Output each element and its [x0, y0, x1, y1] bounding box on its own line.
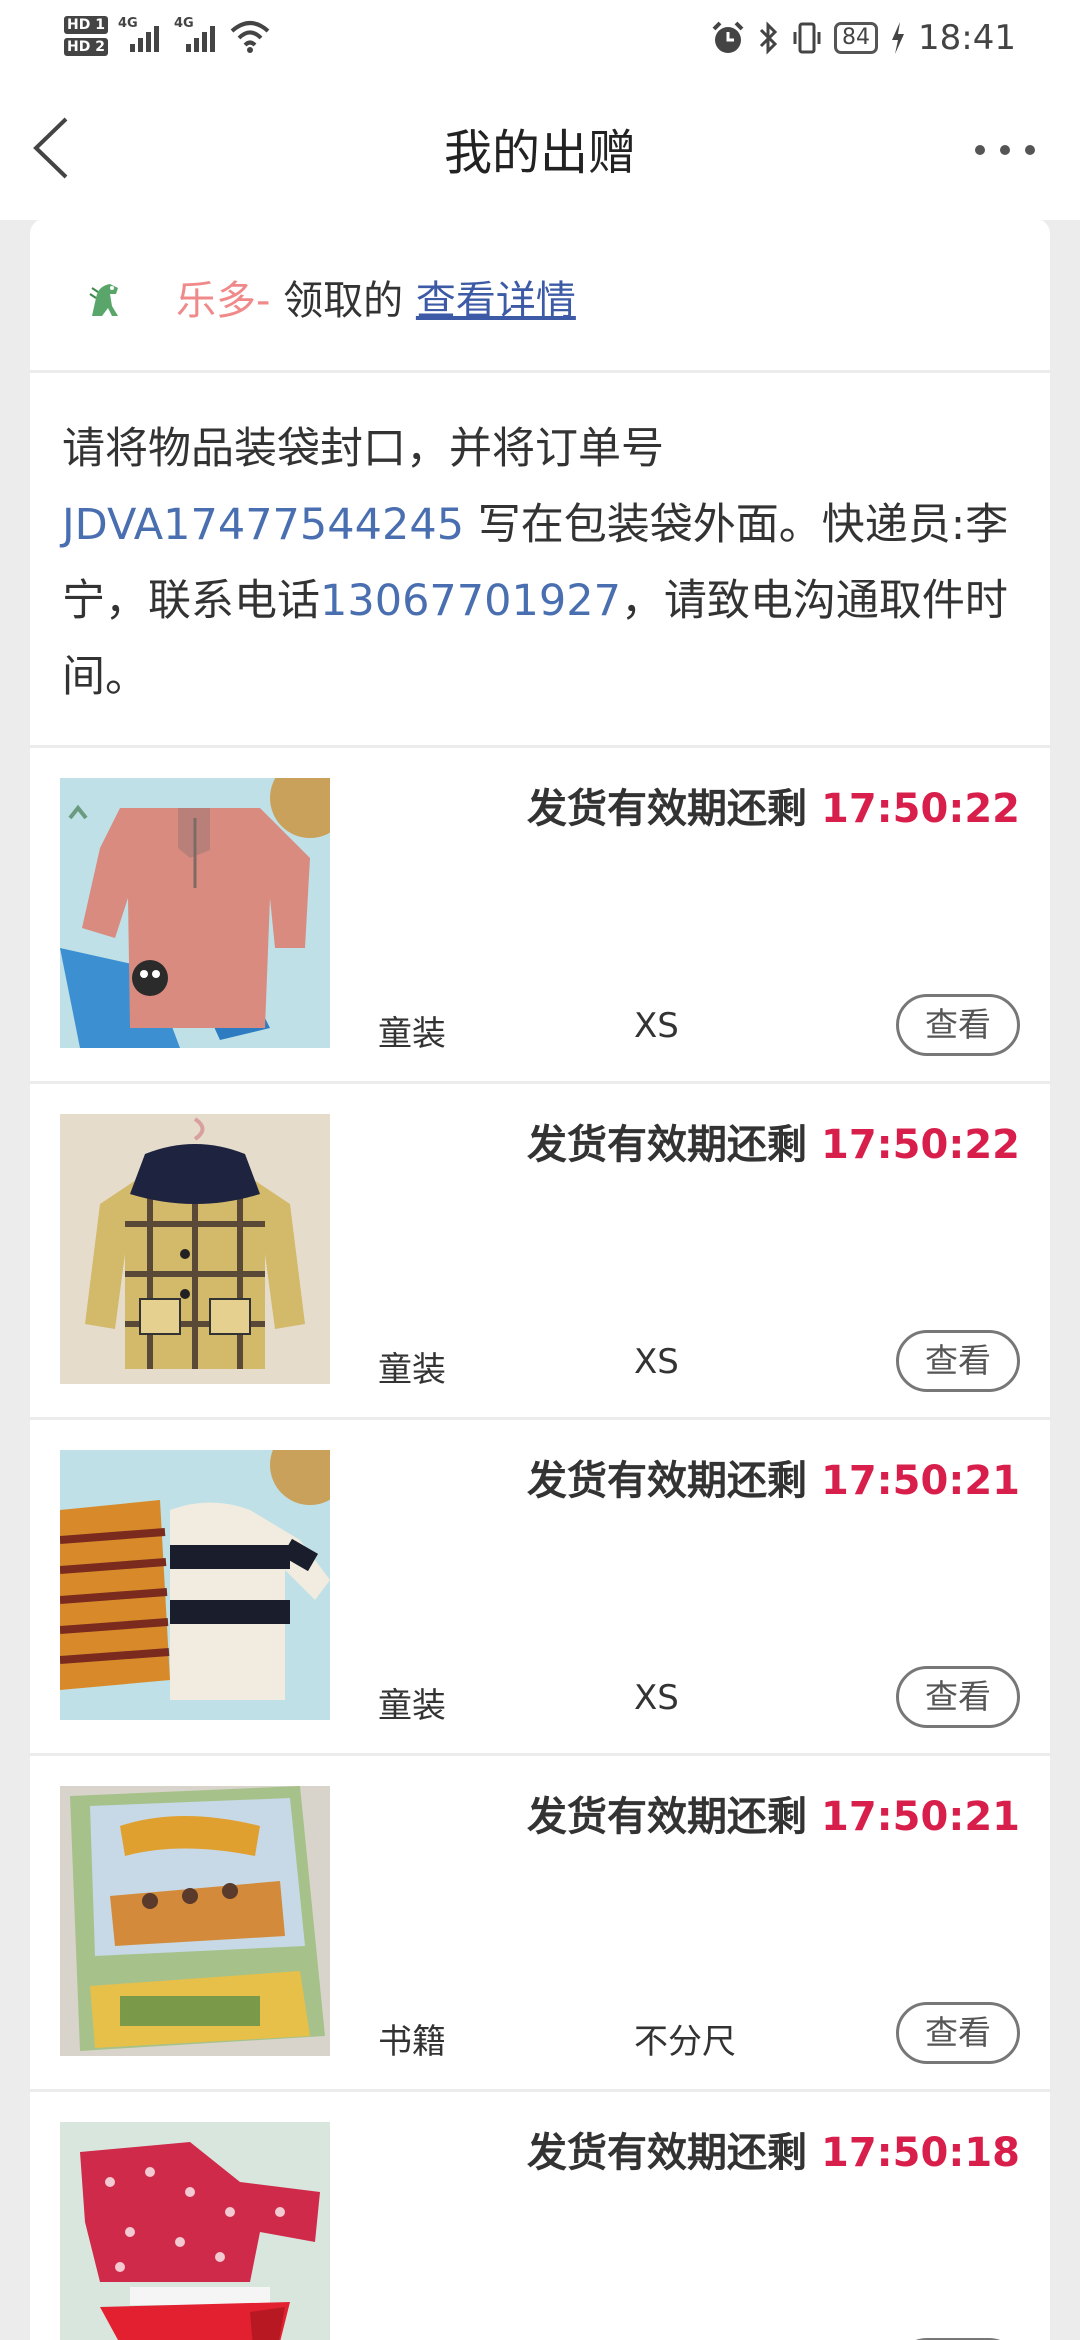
shipping-notice: 请将物品装袋封口，并将订单号 JDVA17477544245 写在包装袋外面。快…	[30, 373, 1050, 748]
clock: 18:41	[918, 18, 1016, 58]
view-button[interactable]: 查看	[896, 2002, 1020, 2064]
wifi-icon	[230, 21, 270, 53]
view-details-link[interactable]: 查看详情	[416, 278, 576, 324]
item-thumbnail[interactable]	[60, 1114, 330, 1384]
countdown-time: 17:50:22	[821, 786, 1020, 832]
notice-text-1: 请将物品装袋封口，并将订单号	[62, 424, 664, 474]
receiver-text: 乐多- 领取的 查看详情	[176, 268, 576, 326]
list-item[interactable]: 发货有效期还剩 17:50:22 童装 XS 查看	[30, 748, 1050, 1084]
deadline-label: 发货有效期还剩	[527, 1794, 808, 1840]
item-size: XS	[634, 1678, 679, 1718]
bluetooth-icon	[759, 21, 778, 55]
item-thumbnail[interactable]	[60, 1450, 330, 1720]
item-thumbnail[interactable]	[60, 778, 330, 1048]
deadline-label: 发货有效期还剩	[527, 1122, 808, 1168]
list-item[interactable]: 发货有效期还剩 17:50:22 童装 XS 查看	[30, 1084, 1050, 1420]
item-category: 童装	[378, 1014, 446, 1054]
countdown-time: 17:50:21	[821, 1458, 1020, 1504]
deadline: 发货有效期还剩 17:50:18	[527, 2120, 1020, 2178]
vibrate-icon	[793, 22, 821, 54]
deadline: 发货有效期还剩 17:50:22	[527, 776, 1020, 834]
view-button[interactable]: 查看	[896, 1666, 1020, 1728]
list-item[interactable]: 发货有效期还剩17:50:18 套装 S 查看	[30, 2092, 1050, 2340]
countdown-time: 17:50:22	[821, 1122, 1020, 1168]
battery-indicator: 84	[834, 22, 879, 54]
status-right: 84 18:41	[710, 8, 1016, 68]
receiver-row: 乐多- 领取的 查看详情	[30, 218, 1050, 373]
item-category: 童装	[378, 1350, 446, 1390]
sim-indicators: HD 1 HD 2	[64, 16, 108, 56]
signal-2-icon: 4G	[174, 16, 220, 56]
deadline-label: 发货有效期还剩	[527, 1458, 808, 1504]
more-icon[interactable]	[970, 135, 1040, 165]
list-item[interactable]: 发货有效期还剩 17:50:21 童装 XS 查看	[30, 1420, 1050, 1756]
item-thumbnail[interactable]	[60, 1786, 330, 2056]
countdown-time: 17:50:18	[821, 2130, 1020, 2176]
item-thumbnail[interactable]	[60, 2122, 330, 2340]
charging-icon	[892, 22, 905, 54]
alarm-icon	[712, 21, 744, 53]
dinosaur-avatar-icon	[89, 284, 118, 316]
status-bar: HD 1 HD 2 4G 4G 84 18:41	[0, 0, 1080, 75]
donation-card: 乐多- 领取的 查看详情 请将物品装袋封口，并将订单号 JDVA17477544…	[30, 218, 1050, 2340]
item-size: 不分尺	[634, 2022, 736, 2062]
order-number: JDVA17477544245	[62, 500, 465, 550]
app-bar: 我的出赠	[0, 75, 1080, 220]
courier-phone[interactable]: 13067701927	[320, 576, 621, 626]
list-item[interactable]: 发货有效期还剩 17:50:21 书籍 不分尺 查看	[30, 1756, 1050, 2092]
countdown-time: 17:50:21	[821, 1794, 1020, 1840]
view-button[interactable]: 查看	[896, 994, 1020, 1056]
signal-1-icon: 4G	[118, 16, 164, 56]
deadline: 发货有效期还剩 17:50:21	[527, 1448, 1020, 1506]
item-size: XS	[634, 1342, 679, 1382]
receiver-name: 乐多-	[176, 278, 271, 324]
item-size: XS	[634, 1006, 679, 1046]
hd2-badge: HD 2	[64, 38, 108, 56]
hd1-badge: HD 1	[64, 16, 108, 34]
deadline: 发货有效期还剩 17:50:21	[527, 1784, 1020, 1842]
item-category: 书籍	[378, 2022, 446, 2062]
page-title: 我的出赠	[443, 125, 636, 181]
deadline-label: 发货有效期还剩	[527, 786, 808, 832]
deadline: 发货有效期还剩 17:50:22	[527, 1112, 1020, 1170]
receiver-label: 领取的	[283, 278, 404, 324]
item-category: 童装	[378, 1686, 446, 1726]
status-left: HD 1 HD 2 4G 4G	[64, 6, 270, 66]
deadline-label: 发货有效期还剩	[527, 2130, 808, 2176]
view-button[interactable]: 查看	[896, 1330, 1020, 1392]
